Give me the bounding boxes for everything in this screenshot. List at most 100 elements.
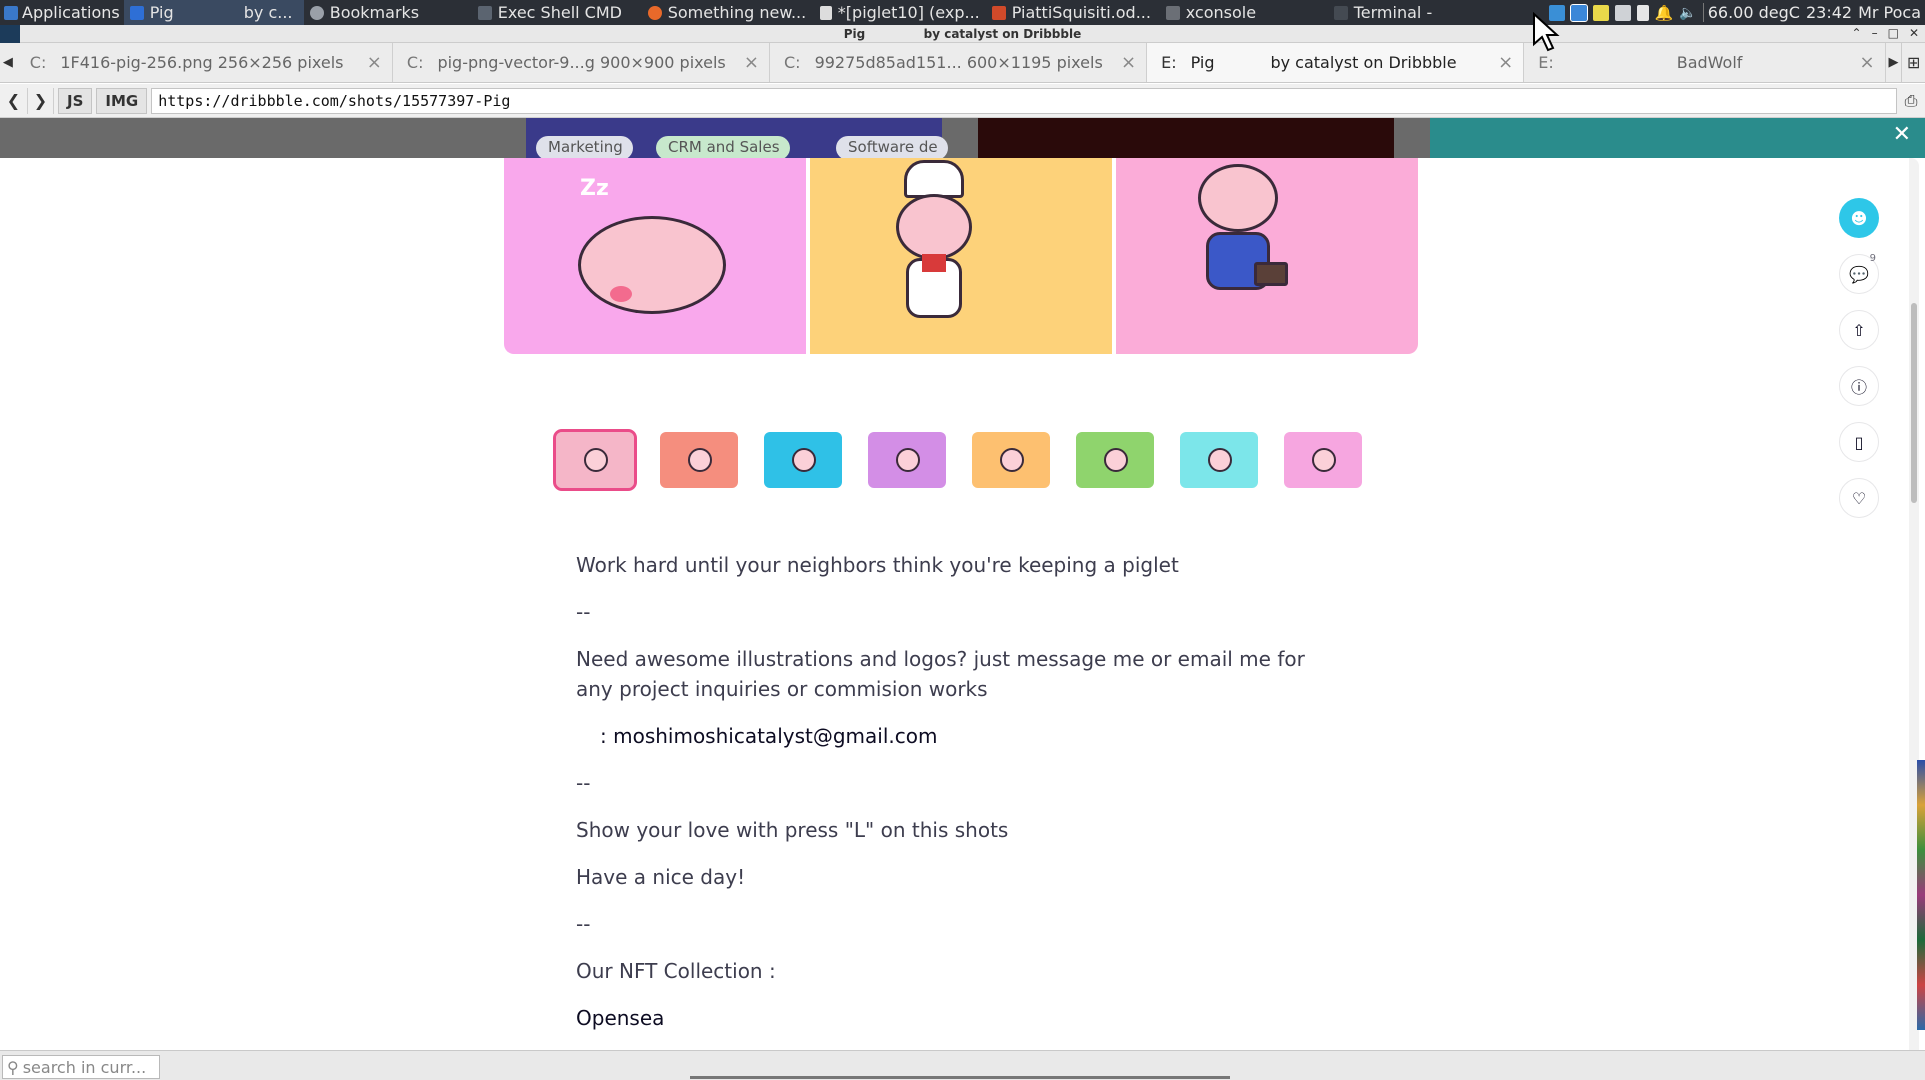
close-tab-icon[interactable]: × — [367, 52, 382, 73]
taskbar-item-xconsole[interactable]: xconsole — [1160, 0, 1328, 25]
console-icon — [1165, 5, 1180, 20]
tab-4[interactable]: E: Pig by catalyst on Dribbble × — [1147, 43, 1525, 82]
print-icon[interactable]: ⎙ — [1897, 88, 1925, 114]
mouse-pointer-icon — [1533, 12, 1560, 52]
taskbar-label: Exec Shell CMD — [497, 3, 622, 22]
shot-image: Zz — [504, 158, 1418, 354]
taskbar-item-terminal[interactable]: Terminal - — [1328, 0, 1498, 25]
taskbar-label: Terminal - — [1353, 3, 1433, 22]
tab-prefix: E: — [1538, 53, 1554, 72]
maximize-button[interactable]: □ — [1888, 26, 1899, 40]
thumbnail-6[interactable] — [1076, 432, 1154, 488]
bg-chip: CRM and Sales — [656, 136, 790, 158]
search-icon: ⚲ — [7, 1057, 19, 1077]
tab-5[interactable]: E: BadWolf × — [1524, 43, 1886, 82]
thumbnail-4[interactable] — [868, 432, 946, 488]
taskbar-item-exec-shell[interactable]: Exec Shell CMD — [472, 0, 642, 25]
navigation-bar: ❮ ❯ JS IMG https://dribbble.com/shots/15… — [0, 84, 1925, 118]
mail-icon[interactable] — [1569, 3, 1588, 22]
details-button[interactable]: ⓘ — [1839, 366, 1879, 406]
designer-avatar[interactable]: ☻ — [1839, 198, 1879, 238]
forward-button[interactable]: ❯ — [28, 87, 54, 114]
chip-label: CRM and Sales — [668, 138, 780, 156]
like-button[interactable]: ♡ — [1839, 478, 1879, 518]
chef-hat — [904, 160, 964, 198]
tab-bar: ◀ C: 1F416-pig-256.png 256×256 pixels × … — [0, 43, 1925, 83]
tab-1[interactable]: C: 1F416-pig-256.png 256×256 pixels × — [16, 43, 393, 82]
user-name[interactable]: Mr Poca — [1858, 3, 1921, 22]
minimize-button[interactable]: – — [1872, 26, 1878, 40]
tab-2[interactable]: C: pig-png-vector-9...g 900×900 pixels × — [393, 43, 770, 82]
thumbnail-8[interactable] — [1284, 432, 1362, 488]
taskbar-item-bookmarks[interactable]: Bookmarks — [304, 0, 472, 25]
tab-scroll-right-icon[interactable]: ▶ — [1886, 43, 1902, 82]
shot-actions-sidebar: ☻ 💬 9 ⇧ ⓘ ▯ ♡ — [1839, 198, 1879, 518]
thumbnail-strip — [553, 429, 1362, 491]
taskbar-label: xconsole — [1185, 3, 1257, 22]
find-input[interactable]: ⚲ search in curr... — [2, 1055, 160, 1079]
clock[interactable]: 23:42 — [1806, 3, 1852, 22]
notification-bell-icon[interactable]: 🔔 — [1655, 4, 1674, 22]
tab-3[interactable]: C: 99275d85ad151... 600×1195 pixels × — [770, 43, 1148, 82]
close-tab-icon[interactable]: × — [1121, 52, 1136, 73]
taskbar-item-spreadsheet[interactable]: PiattiSquisiti.od... — [986, 0, 1160, 25]
tab-scroll-left-icon[interactable]: ◀ — [0, 43, 16, 82]
window-titlebar[interactable]: Pig by catalyst on Dribbble ⌃ – □ ✕ — [0, 25, 1925, 43]
clipboard-icon[interactable] — [1636, 4, 1649, 21]
url-input[interactable]: https://dribbble.com/shots/15577397-Pig — [151, 87, 1897, 114]
system-tray: 🔔 🔈 66.00 degC 23:42 Mr Poca — [1548, 0, 1925, 25]
js-toggle-button[interactable]: JS — [58, 87, 93, 114]
pig-illustration — [1198, 164, 1278, 232]
close-tab-icon[interactable]: × — [744, 52, 759, 73]
xfce-logo-icon — [4, 5, 18, 20]
back-button[interactable]: ❮ — [0, 87, 28, 114]
scrollbar-thumb[interactable] — [1911, 303, 1917, 503]
shot-panel-chef-pig — [810, 158, 1112, 354]
thumbnail-7[interactable] — [1180, 432, 1258, 488]
tab-title: Pig by catalyst on Dribbble — [1190, 53, 1457, 72]
comments-button[interactable]: 💬 9 — [1839, 253, 1879, 294]
applications-label: Applications — [22, 3, 120, 22]
share-button[interactable]: ⇧ — [1839, 310, 1879, 350]
notes-icon[interactable] — [1592, 4, 1609, 21]
thumbnail-pig — [792, 448, 816, 472]
taskbar-item-editor[interactable]: *[piglet10] (exp... — [814, 0, 986, 25]
taskbar-item-pig[interactable]: Pig — [123, 0, 244, 25]
opensea-link[interactable]: Opensea — [576, 1003, 1306, 1033]
taskbar-label: PiattiSquisiti.od... — [1011, 3, 1151, 22]
share-icon: ⇧ — [1852, 320, 1866, 340]
briefcase-icon — [1254, 262, 1288, 286]
drive-icon[interactable] — [1614, 4, 1631, 21]
applications-menu[interactable]: Applications — [0, 0, 124, 25]
img-toggle-button[interactable]: IMG — [96, 87, 148, 114]
thumbnail-3[interactable] — [764, 432, 842, 488]
top-panel: Applications Pig by c... Bookmarks Exec … — [0, 0, 1925, 25]
close-window-button[interactable]: ✕ — [1909, 26, 1919, 40]
tab-prefix: C: — [406, 53, 424, 72]
thumbnail-2[interactable] — [660, 432, 738, 488]
taskbar-item-by-catalyst[interactable]: by c... — [243, 0, 304, 25]
close-tab-icon[interactable]: × — [1859, 52, 1874, 73]
shade-button[interactable]: ⌃ — [1852, 26, 1862, 40]
shot-panel-business-pig — [1116, 158, 1418, 354]
description-line: Work hard until your neighbors think you… — [576, 553, 1179, 577]
close-modal-button[interactable]: ✕ — [1893, 122, 1911, 147]
volume-icon[interactable]: 🔈 — [1679, 5, 1696, 21]
thumbnail-1[interactable] — [553, 429, 637, 491]
window-title-left: Pig — [843, 27, 866, 41]
temperature-readout: 66.00 degC — [1702, 3, 1800, 22]
horizontal-scrollbar[interactable] — [690, 1076, 1230, 1079]
terminal-icon — [1333, 5, 1348, 20]
close-tab-icon[interactable]: × — [1498, 52, 1513, 73]
email-link[interactable]: : moshimoshicatalyst@gmail.com — [576, 721, 1306, 751]
thumbnail-5[interactable] — [972, 432, 1050, 488]
bookmark-icon: ▯ — [1854, 432, 1864, 452]
taskbar-label: Something new... — [667, 3, 807, 22]
description-line: Our NFT Collection : — [576, 959, 776, 983]
terminal-icon — [477, 5, 492, 20]
tab-title: 1F416-pig-256.png 256×256 pixels — [60, 53, 344, 72]
new-tab-icon[interactable]: ⊞ — [1901, 43, 1925, 82]
shot-modal: Zz Work hard until your neighbors think … — [0, 158, 1919, 1050]
taskbar-item-firefox[interactable]: Something new... — [642, 0, 814, 25]
save-button[interactable]: ▯ — [1839, 422, 1879, 462]
